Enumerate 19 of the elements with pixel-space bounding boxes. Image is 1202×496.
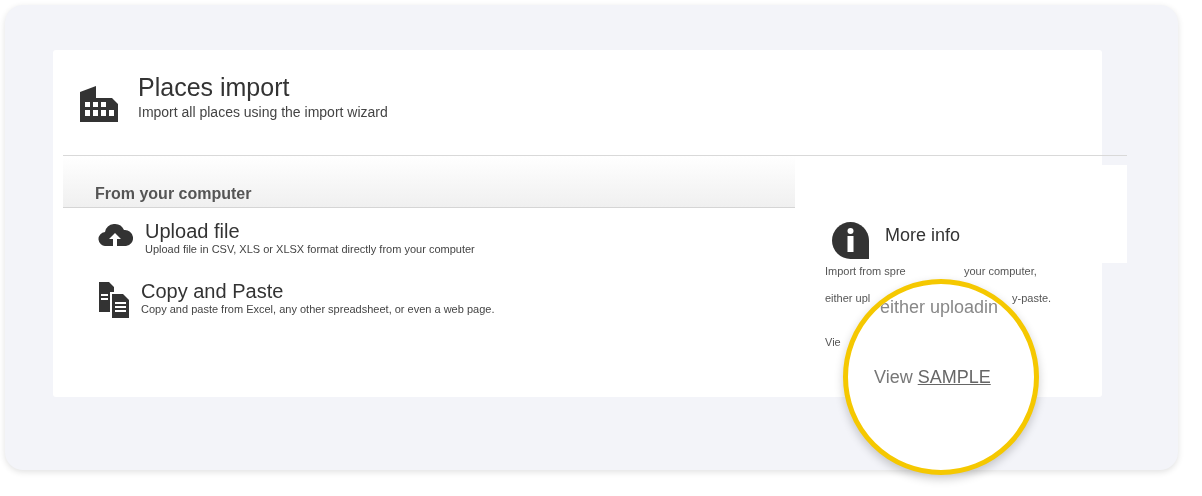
- info-text: y-paste.: [1012, 291, 1052, 306]
- option-title[interactable]: Upload file: [145, 220, 475, 242]
- page-subtitle: Import all places using the import wizard: [138, 103, 388, 121]
- magnified-text: either uploadin: [880, 296, 999, 319]
- copy-icon: [97, 282, 129, 318]
- info-text: your computer,: [964, 264, 1037, 279]
- option-title[interactable]: Copy and Paste: [141, 280, 495, 302]
- option-description: Upload file in CSV, XLS or XLSX format directly from your computer: [145, 242, 475, 256]
- cloud-upload-icon: [97, 222, 133, 246]
- view-label: View: [874, 366, 913, 389]
- sample-link[interactable]: SAMPLE: [917, 364, 991, 391]
- info-title: More info: [885, 224, 961, 247]
- info-text: Vie: [825, 335, 841, 350]
- section-title: From your computer: [95, 184, 252, 204]
- page-title: Places import: [138, 72, 291, 102]
- info-text: either upl: [825, 291, 871, 306]
- info-text: Import from spre: [825, 264, 906, 279]
- option-description: Copy and paste from Excel, any other spreadsheet, or even a web page.: [141, 302, 495, 316]
- info-icon: [832, 222, 869, 259]
